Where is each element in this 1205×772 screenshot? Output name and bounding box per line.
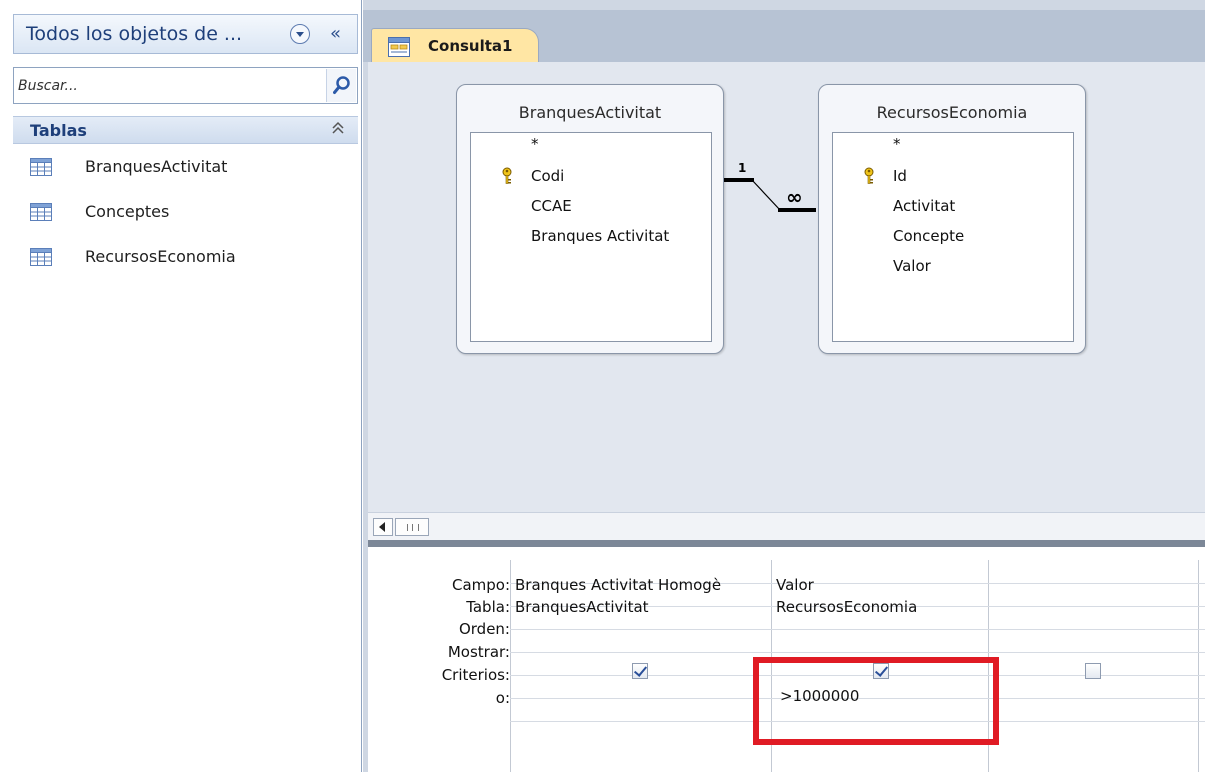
grid-divider xyxy=(510,652,1205,653)
field-item-id[interactable]: Id xyxy=(864,167,907,185)
field-item[interactable]: Activitat xyxy=(893,197,955,215)
nav-pane-header[interactable]: Todos los objetos de ... « xyxy=(13,14,358,54)
nav-item-recursoseconomia[interactable]: RecursosEconomia xyxy=(30,242,350,272)
nav-item-label: Conceptes xyxy=(85,202,170,221)
field-item[interactable]: * xyxy=(893,135,901,153)
show-checkbox[interactable] xyxy=(632,663,648,679)
grid-cell-campo[interactable]: Valor xyxy=(776,576,986,594)
navigation-pane: Todos los objetos de ... « Tablas Branqu… xyxy=(0,0,362,772)
scroll-left-button[interactable] xyxy=(373,518,393,536)
key-icon xyxy=(502,167,512,184)
field-list-body: * Codi CCAE Branques Activitat xyxy=(470,132,712,342)
search-box xyxy=(13,67,358,104)
field-item[interactable]: Concepte xyxy=(893,227,964,245)
row-label-campo: Campo: xyxy=(451,576,510,594)
collapse-pane-icon[interactable]: « xyxy=(330,23,341,44)
nav-item-branquesactivitat[interactable]: BranquesActivitat xyxy=(30,152,350,182)
relationship-many-label: ∞ xyxy=(786,185,803,209)
table-icon xyxy=(30,248,52,266)
relationship-one-label: 1 xyxy=(738,161,746,175)
grid-cell-orden[interactable] xyxy=(515,620,769,640)
group-title: Tablas xyxy=(30,121,87,140)
row-label-o: o: xyxy=(495,689,510,707)
chevron-down-icon[interactable] xyxy=(290,24,310,44)
grid-cell-criterios[interactable] xyxy=(515,689,769,709)
nav-item-label: RecursosEconomia xyxy=(85,247,236,266)
grid-cell-tabla[interactable]: BranquesActivitat xyxy=(515,598,769,616)
highlight-box xyxy=(753,657,999,745)
tab-label: Consulta1 xyxy=(428,37,513,55)
field-list-branquesactivitat[interactable]: BranquesActivitat * Codi CCAE Branques A… xyxy=(456,84,724,354)
horizontal-scrollbar[interactable] xyxy=(368,512,1205,540)
grid-cell-campo[interactable] xyxy=(993,576,1197,596)
field-label: Codi xyxy=(531,167,565,185)
nav-item-label: BranquesActivitat xyxy=(85,157,228,176)
collapse-group-icon[interactable] xyxy=(332,121,344,139)
relationship-line[interactable]: 1 ∞ xyxy=(720,158,824,214)
grid-cell-campo[interactable]: Branques Activitat Homogè xyxy=(515,576,769,594)
field-item[interactable]: Valor xyxy=(893,257,931,275)
document-tabstrip: Consulta1 xyxy=(363,10,1205,64)
row-label-criterios: Criterios: xyxy=(441,666,510,684)
field-label: Id xyxy=(893,167,907,185)
show-checkbox[interactable] xyxy=(1085,663,1101,679)
row-label-orden: Orden: xyxy=(458,620,510,638)
query-design-area[interactable]: BranquesActivitat * Codi CCAE Branques A… xyxy=(368,62,1205,544)
group-header-tablas[interactable]: Tablas xyxy=(13,116,358,144)
field-item[interactable]: * xyxy=(531,135,539,153)
scroll-thumb[interactable] xyxy=(395,518,429,536)
grid-cell-tabla[interactable]: RecursosEconomia xyxy=(776,598,986,616)
pane-splitter[interactable] xyxy=(368,540,1205,547)
key-icon xyxy=(864,167,874,184)
search-icon xyxy=(333,76,350,94)
field-list-body: * Id Activitat Concepte Valor xyxy=(832,132,1074,342)
field-list-title[interactable]: RecursosEconomia xyxy=(819,103,1085,122)
table-icon xyxy=(30,158,52,176)
field-list-title[interactable]: BranquesActivitat xyxy=(457,103,723,122)
grid-divider xyxy=(510,560,511,772)
field-item[interactable]: Branques Activitat xyxy=(531,227,669,245)
search-button[interactable] xyxy=(326,69,356,102)
field-item[interactable]: CCAE xyxy=(531,197,572,215)
grid-cell-tabla[interactable] xyxy=(993,598,1197,618)
field-item-codi[interactable]: Codi xyxy=(502,167,565,185)
search-input[interactable] xyxy=(16,70,316,101)
nav-pane-title[interactable]: Todos los objetos de ... xyxy=(26,23,242,45)
query-icon xyxy=(388,37,410,57)
tab-consulta1[interactable]: Consulta1 xyxy=(371,28,539,64)
nav-item-conceptes[interactable]: Conceptes xyxy=(30,197,350,227)
grid-cell-orden[interactable] xyxy=(776,620,986,640)
table-icon xyxy=(30,203,52,221)
row-label-tabla: Tabla: xyxy=(466,598,510,616)
field-list-recursoseconomia[interactable]: RecursosEconomia * Id Activitat Concepte… xyxy=(818,84,1086,354)
row-label-mostrar: Mostrar: xyxy=(447,643,510,661)
grid-divider xyxy=(1198,560,1199,772)
